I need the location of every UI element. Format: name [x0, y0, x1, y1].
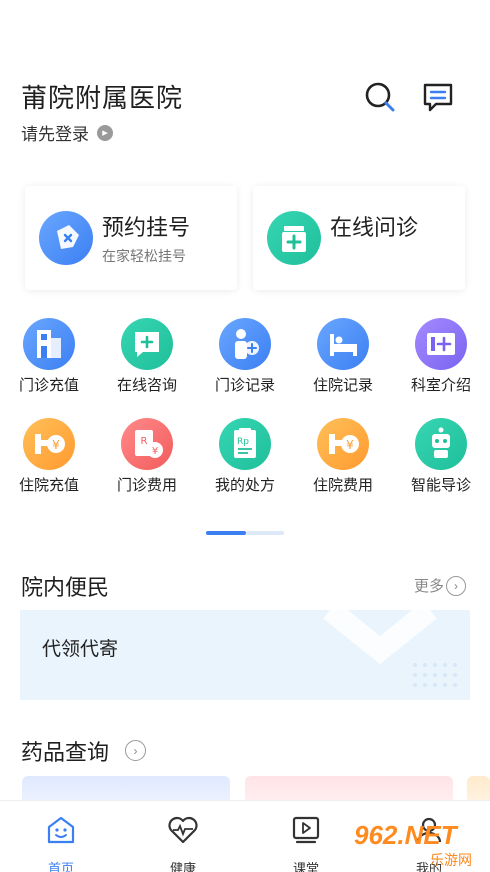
medicine-box-icon: [267, 211, 321, 265]
grid-label: 我的处方: [214, 477, 275, 494]
doctor-icon: [219, 318, 271, 370]
grid-item-inpatient-records[interactable]: 住院记录: [294, 318, 392, 395]
grid-label: 门诊充值: [18, 377, 79, 394]
more-link[interactable]: 更多 ›: [414, 575, 467, 596]
grid-item-outpatient-recharge[interactable]: 门诊充值: [0, 318, 98, 395]
card-subtitle: 在家轻松挂号: [102, 248, 186, 264]
svg-text:Rp: Rp: [237, 437, 249, 447]
svg-text:¥: ¥: [52, 438, 60, 452]
chat-plus-icon: [121, 318, 173, 370]
chevron-right-icon: ›: [446, 575, 467, 596]
home-smile-icon: [47, 816, 75, 844]
svg-text:¥: ¥: [152, 446, 158, 457]
grid-item-inpatient-recharge[interactable]: ¥ 住院充值: [0, 418, 98, 495]
tab-home[interactable]: 首页: [21, 813, 101, 872]
tag-x-icon: [39, 211, 93, 265]
card-title: 预约挂号: [102, 215, 191, 240]
page-indicator-inactive: [246, 531, 284, 535]
tab-label: 首页: [47, 861, 74, 872]
bed-icon: [317, 318, 369, 370]
robot-icon: [415, 418, 467, 470]
site-watermark: 962.NET 乐游网: [350, 818, 490, 868]
heart-pulse-icon: [168, 816, 198, 844]
page-indicator: [206, 531, 284, 535]
search-icon[interactable]: [363, 80, 397, 114]
tab-health[interactable]: 健康: [143, 813, 223, 872]
banner-text: 代领代寄: [42, 639, 119, 660]
rp-icon: Rp: [219, 418, 271, 470]
hospital-name: 莆院附属医院: [21, 83, 184, 113]
grid-label: 门诊费用: [116, 477, 177, 494]
building-icon: [23, 318, 75, 370]
service-banner[interactable]: 代领代寄: [20, 610, 470, 700]
chevron-right-icon[interactable]: ›: [125, 740, 146, 761]
watermark-brand: 962.NET: [354, 820, 457, 850]
page-indicator-active: [206, 531, 246, 535]
grid-item-department-intro[interactable]: 科室介绍: [392, 318, 490, 395]
svg-text:R: R: [141, 436, 148, 447]
grid-item-online-consult[interactable]: 在线咨询: [98, 318, 196, 395]
grid-label: 门诊记录: [214, 377, 275, 394]
chevron-right-icon: ▸: [97, 124, 113, 141]
grid-item-inpatient-fees[interactable]: ¥ 住院费用: [294, 418, 392, 495]
prescription-yen-icon: R ¥: [121, 418, 173, 470]
login-text: 请先登录: [21, 125, 89, 144]
grid-label: 智能导诊: [410, 477, 471, 494]
header: 莆院附属医院 请先登录 ▸: [0, 0, 490, 160]
wallet-yen-icon: ¥: [23, 418, 75, 470]
clinic-icon: [415, 318, 467, 370]
grid-item-smart-guide[interactable]: 智能导诊: [392, 418, 490, 495]
login-link[interactable]: 请先登录 ▸: [21, 120, 113, 145]
grid-label: 住院记录: [312, 377, 373, 394]
video-class-icon: [292, 816, 320, 844]
section-title-drugs: 药品查询: [21, 740, 110, 765]
grid-item-outpatient-fees[interactable]: R ¥ 门诊费用: [98, 418, 196, 495]
watermark-text: 乐游网: [430, 852, 472, 868]
grid-label: 在线咨询: [116, 377, 177, 394]
grid-item-my-prescription[interactable]: Rp 我的处方: [196, 418, 294, 495]
grid-label: 住院充值: [18, 477, 79, 494]
grid-item-outpatient-records[interactable]: 门诊记录: [196, 318, 294, 395]
tab-label: 健康: [169, 861, 196, 872]
card-title: 在线问诊: [330, 215, 419, 240]
appointment-card[interactable]: 预约挂号 在家轻松挂号: [25, 186, 237, 290]
tab-classroom[interactable]: 课堂: [266, 813, 346, 872]
message-icon[interactable]: [421, 80, 455, 114]
grid-label: 住院费用: [312, 477, 373, 494]
section-title-services: 院内便民: [21, 575, 110, 600]
grid-label: 科室介绍: [410, 377, 471, 394]
online-consult-card[interactable]: 在线问诊: [253, 186, 465, 290]
svg-text:¥: ¥: [346, 438, 354, 452]
more-label: 更多: [414, 578, 445, 595]
tab-label: 课堂: [292, 861, 319, 872]
wallet-yen-icon: ¥: [317, 418, 369, 470]
